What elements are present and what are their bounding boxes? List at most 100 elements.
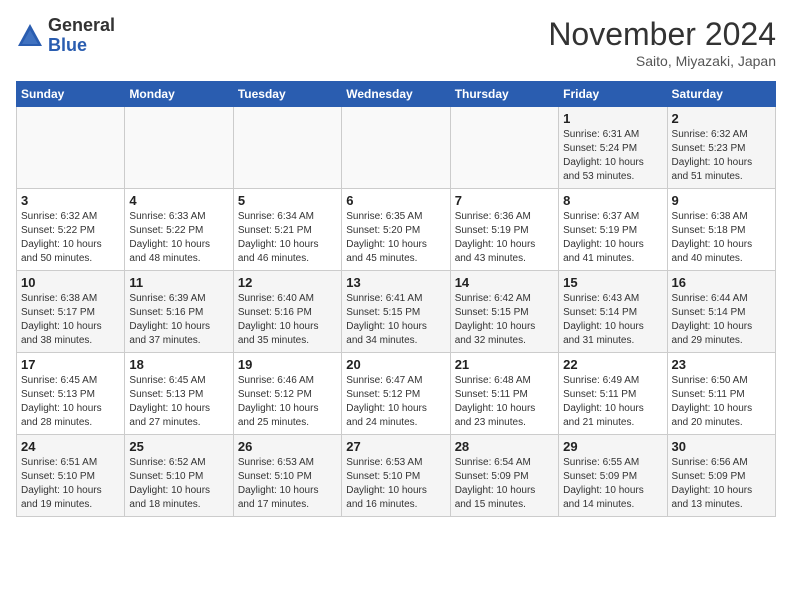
day-info: Sunrise: 6:52 AMSunset: 5:10 PMDaylight:… [129, 456, 228, 512]
day-number: 27 [346, 439, 445, 454]
day-number: 17 [21, 357, 120, 372]
day-cell [450, 107, 558, 189]
logo-general-text: General [48, 15, 115, 35]
day-cell: 2 Sunrise: 6:32 AMSunset: 5:23 PMDaylight… [667, 107, 775, 189]
day-cell: 25 Sunrise: 6:52 AMSunset: 5:10 PMDayligh… [125, 435, 233, 517]
logo-blue-text: Blue [48, 35, 87, 55]
page-header: General Blue November 2024 Saito, Miyaza… [16, 16, 776, 69]
day-info: Sunrise: 6:39 AMSunset: 5:16 PMDaylight:… [129, 292, 228, 348]
day-cell: 29 Sunrise: 6:55 AMSunset: 5:09 PMDayligh… [559, 435, 667, 517]
day-info: Sunrise: 6:46 AMSunset: 5:12 PMDaylight:… [238, 374, 337, 430]
week-row-5: 24 Sunrise: 6:51 AMSunset: 5:10 PMDayligh… [17, 435, 776, 517]
day-cell: 8Sunrise: 6:37 AMSunset: 5:19 PMDaylight… [559, 189, 667, 271]
day-cell: 13 Sunrise: 6:41 AMSunset: 5:15 PMDayligh… [342, 271, 450, 353]
header-cell-tuesday: Tuesday [233, 82, 341, 107]
day-cell: 7 Sunrise: 6:36 AMSunset: 5:19 PMDaylight… [450, 189, 558, 271]
day-cell: 19 Sunrise: 6:46 AMSunset: 5:12 PMDayligh… [233, 353, 341, 435]
day-number: 30 [672, 439, 771, 454]
day-cell: 9Sunrise: 6:38 AMSunset: 5:18 PMDaylight… [667, 189, 775, 271]
day-cell [17, 107, 125, 189]
day-number: 18 [129, 357, 228, 372]
day-info: Sunrise: 6:53 AMSunset: 5:10 PMDaylight:… [238, 456, 337, 512]
day-info: Sunrise: 6:35 AMSunset: 5:20 PMDaylight:… [346, 210, 445, 266]
day-cell: 20Sunrise: 6:47 AMSunset: 5:12 PMDayligh… [342, 353, 450, 435]
day-cell: 22 Sunrise: 6:49 AMSunset: 5:11 PMDayligh… [559, 353, 667, 435]
day-cell: 10Sunrise: 6:38 AMSunset: 5:17 PMDayligh… [17, 271, 125, 353]
day-info: Sunrise: 6:55 AMSunset: 5:09 PMDaylight:… [563, 456, 662, 512]
day-number: 3 [21, 193, 120, 208]
day-number: 15 [563, 275, 662, 290]
day-cell: 12 Sunrise: 6:40 AMSunset: 5:16 PMDayligh… [233, 271, 341, 353]
day-info: Sunrise: 6:34 AMSunset: 5:21 PMDaylight:… [238, 210, 337, 266]
day-info: Sunrise: 6:32 AMSunset: 5:23 PMDaylight:… [672, 128, 771, 184]
day-info: Sunrise: 6:44 AMSunset: 5:14 PMDaylight:… [672, 292, 771, 348]
day-cell: 16 Sunrise: 6:44 AMSunset: 5:14 PMDayligh… [667, 271, 775, 353]
header-cell-friday: Friday [559, 82, 667, 107]
header-cell-thursday: Thursday [450, 82, 558, 107]
day-number: 25 [129, 439, 228, 454]
day-number: 5 [238, 193, 337, 208]
day-cell: 4Sunrise: 6:33 AMSunset: 5:22 PMDaylight… [125, 189, 233, 271]
location-subtitle: Saito, Miyazaki, Japan [548, 53, 776, 69]
day-cell [233, 107, 341, 189]
day-info: Sunrise: 6:45 AMSunset: 5:13 PMDaylight:… [129, 374, 228, 430]
day-cell: 30 Sunrise: 6:56 AMSunset: 5:09 PMDayligh… [667, 435, 775, 517]
week-row-1: 1 Sunrise: 6:31 AMSunset: 5:24 PMDaylight… [17, 107, 776, 189]
header-cell-sunday: Sunday [17, 82, 125, 107]
day-info: Sunrise: 6:45 AMSunset: 5:13 PMDaylight:… [21, 374, 120, 430]
day-number: 9 [672, 193, 771, 208]
day-number: 19 [238, 357, 337, 372]
title-block: November 2024 Saito, Miyazaki, Japan [548, 16, 776, 69]
day-number: 22 [563, 357, 662, 372]
header-cell-saturday: Saturday [667, 82, 775, 107]
day-number: 16 [672, 275, 771, 290]
day-number: 12 [238, 275, 337, 290]
day-info: Sunrise: 6:49 AMSunset: 5:11 PMDaylight:… [563, 374, 662, 430]
day-number: 1 [563, 111, 662, 126]
day-info: Sunrise: 6:42 AMSunset: 5:15 PMDaylight:… [455, 292, 554, 348]
day-cell: 5 Sunrise: 6:34 AMSunset: 5:21 PMDaylight… [233, 189, 341, 271]
day-number: 14 [455, 275, 554, 290]
day-info: Sunrise: 6:50 AMSunset: 5:11 PMDaylight:… [672, 374, 771, 430]
day-info: Sunrise: 6:56 AMSunset: 5:09 PMDaylight:… [672, 456, 771, 512]
day-cell: 28 Sunrise: 6:54 AMSunset: 5:09 PMDayligh… [450, 435, 558, 517]
header-cell-monday: Monday [125, 82, 233, 107]
day-cell: 26Sunrise: 6:53 AMSunset: 5:10 PMDayligh… [233, 435, 341, 517]
day-cell: 11 Sunrise: 6:39 AMSunset: 5:16 PMDayligh… [125, 271, 233, 353]
day-number: 29 [563, 439, 662, 454]
day-cell: 27 Sunrise: 6:53 AMSunset: 5:10 PMDayligh… [342, 435, 450, 517]
day-number: 10 [21, 275, 120, 290]
day-number: 11 [129, 275, 228, 290]
day-cell: 3Sunrise: 6:32 AMSunset: 5:22 PMDaylight… [17, 189, 125, 271]
day-cell [125, 107, 233, 189]
day-cell: 6Sunrise: 6:35 AMSunset: 5:20 PMDaylight… [342, 189, 450, 271]
day-cell: 18 Sunrise: 6:45 AMSunset: 5:13 PMDayligh… [125, 353, 233, 435]
day-info: Sunrise: 6:53 AMSunset: 5:10 PMDaylight:… [346, 456, 445, 512]
week-row-2: 3Sunrise: 6:32 AMSunset: 5:22 PMDaylight… [17, 189, 776, 271]
header-row: SundayMondayTuesdayWednesdayThursdayFrid… [17, 82, 776, 107]
day-info: Sunrise: 6:36 AMSunset: 5:19 PMDaylight:… [455, 210, 554, 266]
day-cell: 1 Sunrise: 6:31 AMSunset: 5:24 PMDaylight… [559, 107, 667, 189]
calendar-header: SundayMondayTuesdayWednesdayThursdayFrid… [17, 82, 776, 107]
calendar-table: SundayMondayTuesdayWednesdayThursdayFrid… [16, 81, 776, 517]
day-info: Sunrise: 6:31 AMSunset: 5:24 PMDaylight:… [563, 128, 662, 184]
day-number: 13 [346, 275, 445, 290]
day-number: 2 [672, 111, 771, 126]
day-number: 24 [21, 439, 120, 454]
day-info: Sunrise: 6:41 AMSunset: 5:15 PMDaylight:… [346, 292, 445, 348]
day-cell: 24 Sunrise: 6:51 AMSunset: 5:10 PMDayligh… [17, 435, 125, 517]
day-info: Sunrise: 6:48 AMSunset: 5:11 PMDaylight:… [455, 374, 554, 430]
day-info: Sunrise: 6:51 AMSunset: 5:10 PMDaylight:… [21, 456, 120, 512]
day-cell [342, 107, 450, 189]
day-cell: 14 Sunrise: 6:42 AMSunset: 5:15 PMDayligh… [450, 271, 558, 353]
day-info: Sunrise: 6:54 AMSunset: 5:09 PMDaylight:… [455, 456, 554, 512]
logo: General Blue [16, 16, 115, 56]
day-cell: 15Sunrise: 6:43 AMSunset: 5:14 PMDayligh… [559, 271, 667, 353]
month-title: November 2024 [548, 16, 776, 53]
day-number: 8 [563, 193, 662, 208]
calendar-body: 1 Sunrise: 6:31 AMSunset: 5:24 PMDaylight… [17, 107, 776, 517]
day-number: 7 [455, 193, 554, 208]
day-number: 28 [455, 439, 554, 454]
day-info: Sunrise: 6:40 AMSunset: 5:16 PMDaylight:… [238, 292, 337, 348]
day-number: 20 [346, 357, 445, 372]
